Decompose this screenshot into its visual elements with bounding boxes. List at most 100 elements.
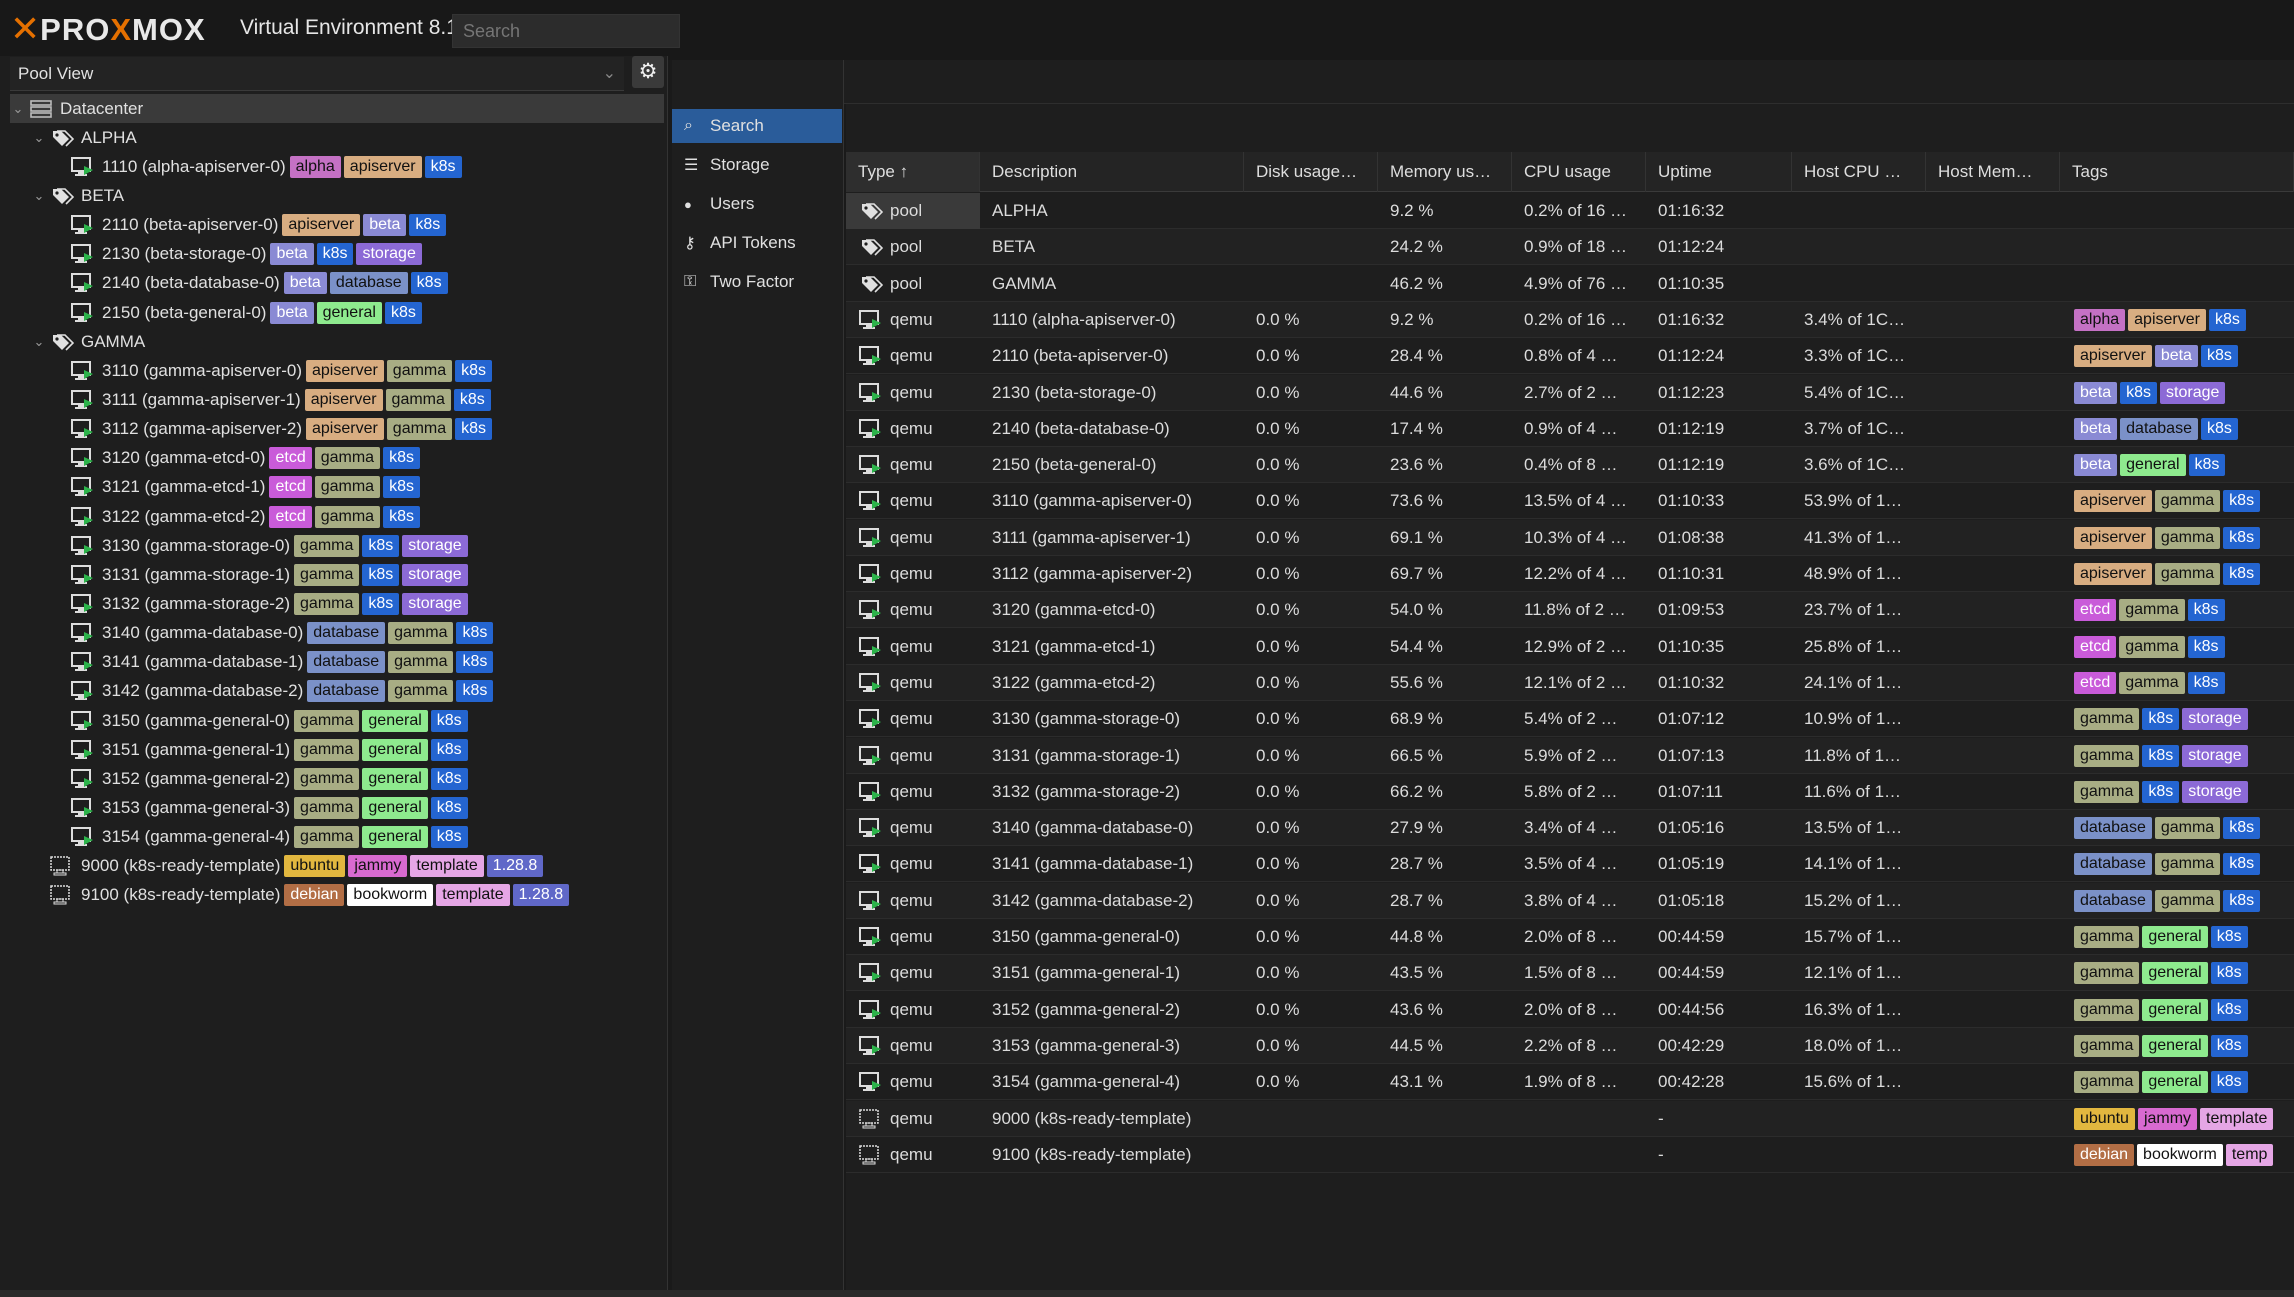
table-row[interactable]: qemu 3111 (gamma-apiserver-1) 0.0 % 69.1 % 1… bbox=[846, 519, 2294, 556]
table-row[interactable]: pool ALPHA 9.2 % 0.2% of 16 … 01:16:32 bbox=[846, 193, 2294, 229]
tag-k8s: k8s bbox=[2142, 708, 2180, 731]
tree-item-vm[interactable]: 3132 (gamma-storage-2) gamma k8s storage bbox=[10, 589, 664, 618]
tree-item-vm[interactable]: 3121 (gamma-etcd-1) etcd gamma k8s bbox=[10, 473, 664, 502]
tree-item-template[interactable]: 9100 (k8s-ready-template) debian bookworm t… bbox=[10, 881, 664, 910]
table-row[interactable]: pool BETA 24.2 % 0.9% of 18 … 01:12:24 bbox=[846, 229, 2294, 266]
proxmox-logo[interactable]: ✕ PROXMOX bbox=[10, 10, 206, 50]
nav-item-api-tokens[interactable]: ⚷ API Tokens bbox=[672, 226, 842, 260]
table-row[interactable]: qemu 2140 (beta-database-0) 0.0 % 17.4 % 0.9… bbox=[846, 411, 2294, 447]
column-header-col-2[interactable]: Disk usage… bbox=[1244, 152, 1378, 192]
table-row[interactable]: qemu 3112 (gamma-apiserver-2) 0.0 % 69.7 % 1… bbox=[846, 556, 2294, 592]
table-row[interactable]: qemu 3132 (gamma-storage-2) 0.0 % 66.2 % 5.8… bbox=[846, 774, 2294, 810]
tree-item-vm[interactable]: 3140 (gamma-database-0) database gamma k8s bbox=[10, 619, 664, 648]
nav-item-two-factor[interactable]: ⚿ Two Factor bbox=[672, 265, 842, 299]
table-row[interactable]: qemu 3151 (gamma-general-1) 0.0 % 43.5 % 1.5… bbox=[846, 955, 2294, 992]
tree-item-vm[interactable]: 3150 (gamma-general-0) gamma general k8s bbox=[10, 706, 664, 735]
tags-icon bbox=[856, 236, 886, 258]
tree-item-vm[interactable]: 3153 (gamma-general-3) gamma general k8s bbox=[10, 793, 664, 822]
table-row[interactable]: qemu 3152 (gamma-general-2) 0.0 % 43.6 % 2.0… bbox=[846, 992, 2294, 1028]
tree-item-vm[interactable]: 3112 (gamma-apiserver-2) apiserver gamma k8… bbox=[10, 415, 664, 444]
tree-item-template[interactable]: 9000 (k8s-ready-template) ubuntu jammy temp… bbox=[10, 852, 664, 881]
tree-item-vm[interactable]: 3142 (gamma-database-2) database gamma k8s bbox=[10, 677, 664, 706]
row-type: qemu bbox=[890, 818, 933, 838]
table-row[interactable]: qemu 3122 (gamma-etcd-2) 0.0 % 55.6 % 12.1% … bbox=[846, 664, 2294, 701]
nav-item-users[interactable]: ● Users bbox=[672, 187, 842, 221]
table-row[interactable]: qemu 3121 (gamma-etcd-1) 0.0 % 54.4 % 12.9% … bbox=[846, 629, 2294, 665]
table-row[interactable]: qemu 2110 (beta-apiserver-0) 0.0 % 28.4 % 0.… bbox=[846, 338, 2294, 375]
cell-hcpu: 24.1% of 1… bbox=[1804, 672, 1903, 692]
table-row[interactable]: qemu 3110 (gamma-apiserver-0) 0.0 % 73.6 % 1… bbox=[846, 483, 2294, 520]
tree-item-pool[interactable]: ⌄ GAMMA bbox=[10, 327, 664, 356]
tag-k8s: k8s bbox=[2210, 1034, 2248, 1057]
nav-item-label: Search bbox=[710, 116, 764, 135]
nav-item-storage[interactable]: ☰ Storage bbox=[672, 148, 842, 182]
expand-toggle-icon[interactable]: ⌄ bbox=[31, 334, 47, 350]
column-header-type[interactable]: Type ↑ bbox=[846, 152, 980, 192]
cell-disk: 0.0 % bbox=[1256, 382, 1300, 402]
expand-toggle-icon[interactable]: ⌄ bbox=[31, 130, 47, 146]
vm-running-icon bbox=[856, 563, 886, 585]
tree-item-vm[interactable]: 2150 (beta-general-0) beta general k8s bbox=[10, 298, 664, 327]
tree-item-vm[interactable]: 3120 (gamma-etcd-0) etcd gamma k8s bbox=[10, 444, 664, 473]
table-row[interactable]: qemu 3153 (gamma-general-3) 0.0 % 44.5 % 2.2… bbox=[846, 1027, 2294, 1064]
cell-uptime: 01:10:35 bbox=[1658, 636, 1725, 656]
cell-tags: etcd gamma k8s bbox=[2060, 592, 2294, 628]
table-row[interactable]: qemu 3142 (gamma-database-2) 0.0 % 28.7 % 3.… bbox=[846, 882, 2294, 919]
tree-item-vm[interactable]: 3131 (gamma-storage-1) gamma k8s storage bbox=[10, 560, 664, 589]
column-header-col-8[interactable]: Tags bbox=[2060, 152, 2294, 192]
tree-item-vm[interactable]: 2130 (beta-storage-0) beta k8s storage bbox=[10, 240, 664, 269]
tree-item-vm[interactable]: 2140 (beta-database-0) beta database k8s bbox=[10, 269, 664, 298]
tag-debian: debian bbox=[284, 884, 345, 907]
tree-item-vm[interactable]: 3110 (gamma-apiserver-0) apiserver gamma k8… bbox=[10, 356, 664, 385]
table-row[interactable]: qemu 3150 (gamma-general-0) 0.0 % 44.8 % 2.0… bbox=[846, 919, 2294, 955]
table-row[interactable]: qemu 3130 (gamma-storage-0) 0.0 % 68.9 % 5.4… bbox=[846, 701, 2294, 738]
grid-header: Type ↑ Description Disk usage… Memory us… CP… bbox=[846, 152, 2294, 192]
column-header-col-4[interactable]: CPU usage bbox=[1512, 152, 1646, 192]
tree-item-pool[interactable]: ⌄ ALPHA bbox=[10, 123, 664, 152]
tree-item-vm[interactable]: 3152 (gamma-general-2) gamma general k8s bbox=[10, 764, 664, 793]
table-row[interactable]: qemu 9000 (k8s-ready-template) - ubuntu jamm… bbox=[846, 1100, 2294, 1137]
vm-running-icon bbox=[68, 593, 98, 615]
table-row[interactable]: pool GAMMA 46.2 % 4.9% of 76 … 01:10:35 bbox=[846, 266, 2294, 302]
nav-item-search[interactable]: ⌕ Search bbox=[672, 109, 842, 143]
tree-item-vm[interactable]: 2110 (beta-apiserver-0) apiserver beta k8s bbox=[10, 211, 664, 240]
tree-item-vm[interactable]: 3122 (gamma-etcd-2) etcd gamma k8s bbox=[10, 502, 664, 531]
tree-item-datacenter[interactable]: ⌄ Datacenter bbox=[10, 94, 664, 123]
table-row[interactable]: qemu 2130 (beta-storage-0) 0.0 % 44.6 % 2.7%… bbox=[846, 374, 2294, 411]
tree-item-pool[interactable]: ⌄ BETA bbox=[10, 181, 664, 210]
expand-toggle-icon[interactable]: ⌄ bbox=[10, 101, 26, 117]
vm-running-icon bbox=[856, 708, 886, 730]
table-row[interactable]: qemu 3131 (gamma-storage-1) 0.0 % 66.5 % 5.9… bbox=[846, 737, 2294, 774]
table-row[interactable]: qemu 3141 (gamma-database-1) 0.0 % 28.7 % 3.… bbox=[846, 846, 2294, 883]
tree-item-vm[interactable]: 1110 (alpha-apiserver-0) alpha apiserver k8… bbox=[10, 152, 664, 181]
expand-toggle-icon[interactable]: ⌄ bbox=[31, 188, 47, 204]
tree-item-label: 2110 (beta-apiserver-0) bbox=[102, 215, 279, 235]
vm-running-icon bbox=[856, 418, 886, 440]
column-header-col-6[interactable]: Host CPU … bbox=[1792, 152, 1926, 192]
table-row[interactable]: qemu 2150 (beta-general-0) 0.0 % 23.6 % 0.4%… bbox=[846, 447, 2294, 484]
cell-mem bbox=[1378, 1101, 1512, 1137]
table-row[interactable]: qemu 9100 (k8s-ready-template) - debian book… bbox=[846, 1137, 2294, 1173]
table-row[interactable]: qemu 3120 (gamma-etcd-0) 0.0 % 54.0 % 11.8% … bbox=[846, 592, 2294, 629]
global-search-input[interactable] bbox=[452, 14, 680, 48]
column-header-col-7[interactable]: Host Mem… bbox=[1926, 152, 2060, 192]
gear-button[interactable]: ⚙ bbox=[632, 56, 664, 88]
tag-etcd: etcd bbox=[269, 505, 312, 528]
column-header-description[interactable]: Description bbox=[980, 152, 1244, 192]
tree-item-vm[interactable]: 3111 (gamma-apiserver-1) apiserver gamma k8… bbox=[10, 385, 664, 414]
cell-uptime: 01:05:16 bbox=[1658, 818, 1725, 838]
tag-database: database bbox=[2074, 889, 2152, 912]
vm-running-icon bbox=[68, 680, 98, 702]
cell-hcpu: 15.6% of 1… bbox=[1804, 1072, 1903, 1092]
table-row[interactable]: qemu 3154 (gamma-general-4) 0.0 % 43.1 % 1.9… bbox=[846, 1064, 2294, 1101]
column-header-col-3[interactable]: Memory us… bbox=[1378, 152, 1512, 192]
table-row[interactable]: qemu 3140 (gamma-database-0) 0.0 % 27.9 % 3.… bbox=[846, 810, 2294, 847]
table-row[interactable]: qemu 1110 (alpha-apiserver-0) 0.0 % 9.2 % 0.… bbox=[846, 301, 2294, 338]
tree-item-vm[interactable]: 3154 (gamma-general-4) gamma general k8s bbox=[10, 823, 664, 852]
view-selector[interactable]: Pool View ⌄ bbox=[10, 57, 624, 91]
tree-item-vm[interactable]: 3151 (gamma-general-1) gamma general k8s bbox=[10, 735, 664, 764]
tree-item-vm[interactable]: 3141 (gamma-database-1) database gamma k8s bbox=[10, 648, 664, 677]
tree-item-vm[interactable]: 3130 (gamma-storage-0) gamma k8s storage bbox=[10, 531, 664, 560]
column-header-col-5[interactable]: Uptime bbox=[1646, 152, 1792, 192]
tag-beta: beta bbox=[2154, 345, 2198, 368]
